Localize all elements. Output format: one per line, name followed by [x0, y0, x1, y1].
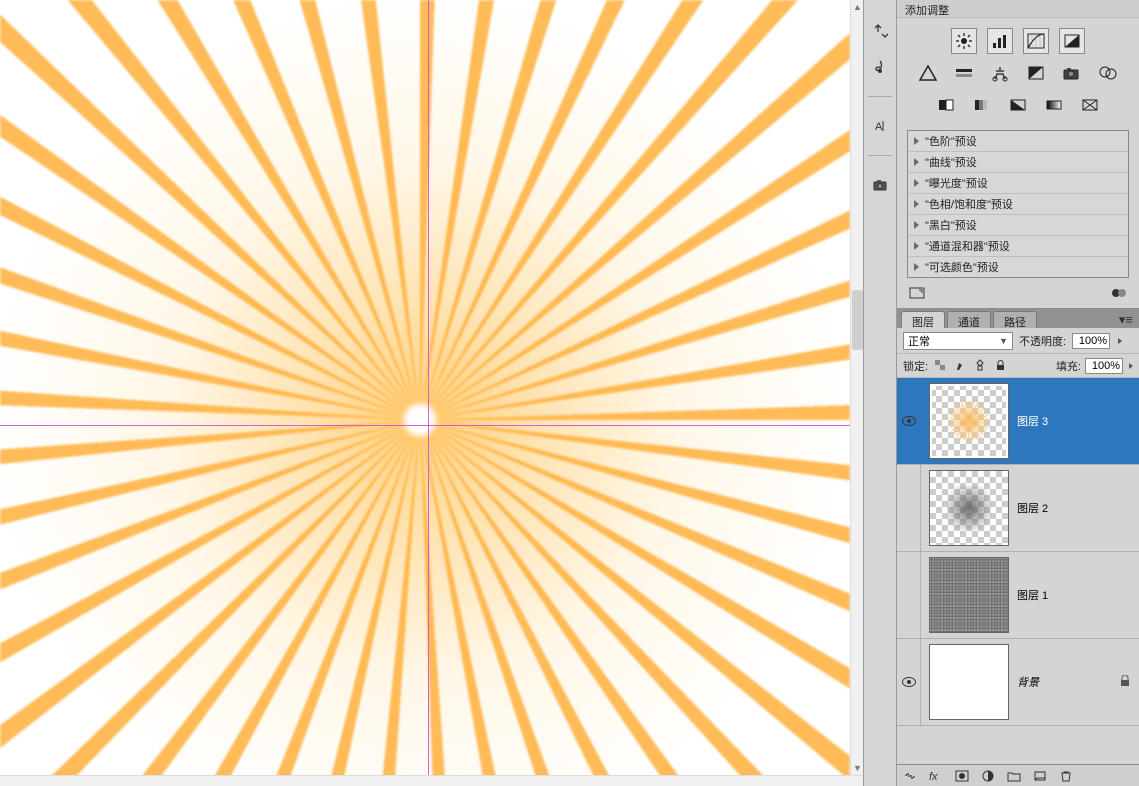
layer-row[interactable]: 图层 3 — [897, 378, 1139, 465]
canvas-artwork — [0, 0, 850, 786]
hue-saturation-icon[interactable] — [951, 60, 977, 86]
lock-label: 锁定: — [903, 358, 928, 374]
layer-thumbnail[interactable] — [929, 383, 1009, 459]
levels-icon[interactable] — [987, 28, 1013, 54]
layer-visibility-toggle[interactable] — [902, 416, 916, 426]
layer-name[interactable]: 图层 2 — [1017, 500, 1139, 516]
lock-icon — [1119, 675, 1133, 689]
brush-panel-icon[interactable] — [869, 56, 891, 78]
clip-mask-icon[interactable] — [1111, 287, 1127, 299]
svg-text:fx: fx — [929, 771, 938, 782]
delete-layer-icon[interactable] — [1059, 770, 1073, 782]
color-balance-icon[interactable] — [987, 60, 1013, 86]
clone-source-icon[interactable] — [869, 20, 891, 42]
adjustments-title: 添加调整 — [897, 0, 1139, 18]
layer-visibility-toggle[interactable] — [902, 503, 916, 513]
adjustment-layer-icon[interactable] — [981, 770, 995, 782]
scrollbar-vertical[interactable]: ▲ ▼ — [850, 0, 863, 775]
threshold-icon[interactable] — [1005, 92, 1031, 118]
scroll-down-icon[interactable]: ▼ — [853, 763, 862, 773]
fill-label: 填充: — [1056, 358, 1081, 374]
opacity-field[interactable]: 100% — [1072, 333, 1110, 349]
layer-row[interactable]: 背景 — [897, 639, 1139, 726]
invert-icon[interactable] — [933, 92, 959, 118]
scrollbar-thumb[interactable] — [852, 290, 863, 350]
canvas-area[interactable]: ▲ ▼ — [0, 0, 863, 786]
layer-name[interactable]: 图层 3 — [1017, 413, 1139, 429]
photo-filter-icon[interactable] — [1059, 60, 1085, 86]
layers-footer: fx — [897, 764, 1139, 786]
fill-stepper-icon[interactable] — [1129, 363, 1133, 369]
layers-panel: 图层 通道 路径 ▾≡ 正常 ▼ 不透明度: 100% 锁定: — [897, 309, 1139, 786]
layer-mask-icon[interactable] — [955, 770, 969, 782]
preset-channel-mixer[interactable]: "通道混和器"预设 — [908, 236, 1128, 257]
lock-all-icon[interactable] — [992, 358, 1008, 374]
exposure-icon[interactable] — [1059, 28, 1085, 54]
layer-thumbnail[interactable] — [929, 557, 1009, 633]
tab-layers[interactable]: 图层 — [901, 311, 945, 328]
preset-selective-color[interactable]: "可选颜色"预设 — [908, 257, 1128, 278]
layer-name[interactable]: 背景 — [1017, 674, 1119, 690]
layer-row[interactable]: 图层 1 — [897, 552, 1139, 639]
group-icon[interactable] — [1007, 770, 1021, 782]
selective-color-icon[interactable] — [1077, 92, 1103, 118]
brightness-contrast-icon[interactable] — [951, 28, 977, 54]
opacity-stepper-icon[interactable] — [1118, 338, 1122, 344]
preset-black-white[interactable]: "黑白"预设 — [908, 215, 1128, 236]
posterize-icon[interactable] — [969, 92, 995, 118]
blend-mode-dropdown[interactable]: 正常 ▼ — [903, 332, 1013, 350]
layer-name[interactable]: 图层 1 — [1017, 587, 1139, 603]
preset-exposure[interactable]: "曝光度"预设 — [908, 173, 1128, 194]
adjustment-presets-list[interactable]: "色阶"预设 "曲线"预设 "曝光度"预设 "色相/饱和度"预设 "黑白"预设 … — [907, 130, 1129, 278]
opacity-label: 不透明度: — [1019, 333, 1066, 349]
tab-channels[interactable]: 通道 — [947, 311, 991, 328]
layer-thumbnail[interactable] — [929, 644, 1009, 720]
vibrance-icon[interactable] — [915, 60, 941, 86]
layer-row[interactable]: 图层 2 — [897, 465, 1139, 552]
preset-curves[interactable]: "曲线"预设 — [908, 152, 1128, 173]
layer-thumbnail[interactable] — [929, 470, 1009, 546]
link-layers-icon[interactable] — [903, 770, 917, 782]
chevron-down-icon: ▼ — [999, 336, 1008, 346]
guide-horizontal[interactable] — [0, 425, 850, 426]
scroll-up-icon[interactable]: ▲ — [853, 2, 862, 12]
lock-transparent-icon[interactable] — [932, 358, 948, 374]
preset-levels[interactable]: "色阶"预设 — [908, 131, 1128, 152]
fx-icon[interactable]: fx — [929, 770, 943, 782]
layer-visibility-toggle[interactable] — [902, 677, 916, 687]
guide-vertical[interactable] — [428, 0, 429, 775]
adjustments-panel: 添加调整 "色 — [897, 0, 1139, 309]
lock-position-icon[interactable] — [972, 358, 988, 374]
lock-pixels-icon[interactable] — [952, 358, 968, 374]
svg-text:A: A — [875, 121, 883, 133]
camera-panel-icon[interactable] — [869, 174, 891, 196]
scrollbar-horizontal[interactable] — [0, 775, 863, 786]
panel-dock-strip: A — [863, 0, 897, 786]
curves-icon[interactable] — [1023, 28, 1049, 54]
canvas[interactable] — [0, 0, 850, 775]
layer-list[interactable]: 图层 3 图层 2 图层 1 背景 — [897, 378, 1139, 764]
panel-menu-icon[interactable]: ▾≡ — [1119, 312, 1133, 328]
gradient-map-icon[interactable] — [1041, 92, 1067, 118]
expand-view-icon[interactable] — [909, 287, 925, 299]
preset-hue-sat[interactable]: "色相/饱和度"预设 — [908, 194, 1128, 215]
layer-visibility-toggle[interactable] — [902, 590, 916, 600]
tab-paths[interactable]: 路径 — [993, 311, 1037, 328]
fill-field[interactable]: 100% — [1085, 358, 1123, 374]
channel-mixer-icon[interactable] — [1095, 60, 1121, 86]
character-panel-icon[interactable]: A — [869, 115, 891, 137]
new-layer-icon[interactable] — [1033, 770, 1047, 782]
black-white-icon[interactable] — [1023, 60, 1049, 86]
